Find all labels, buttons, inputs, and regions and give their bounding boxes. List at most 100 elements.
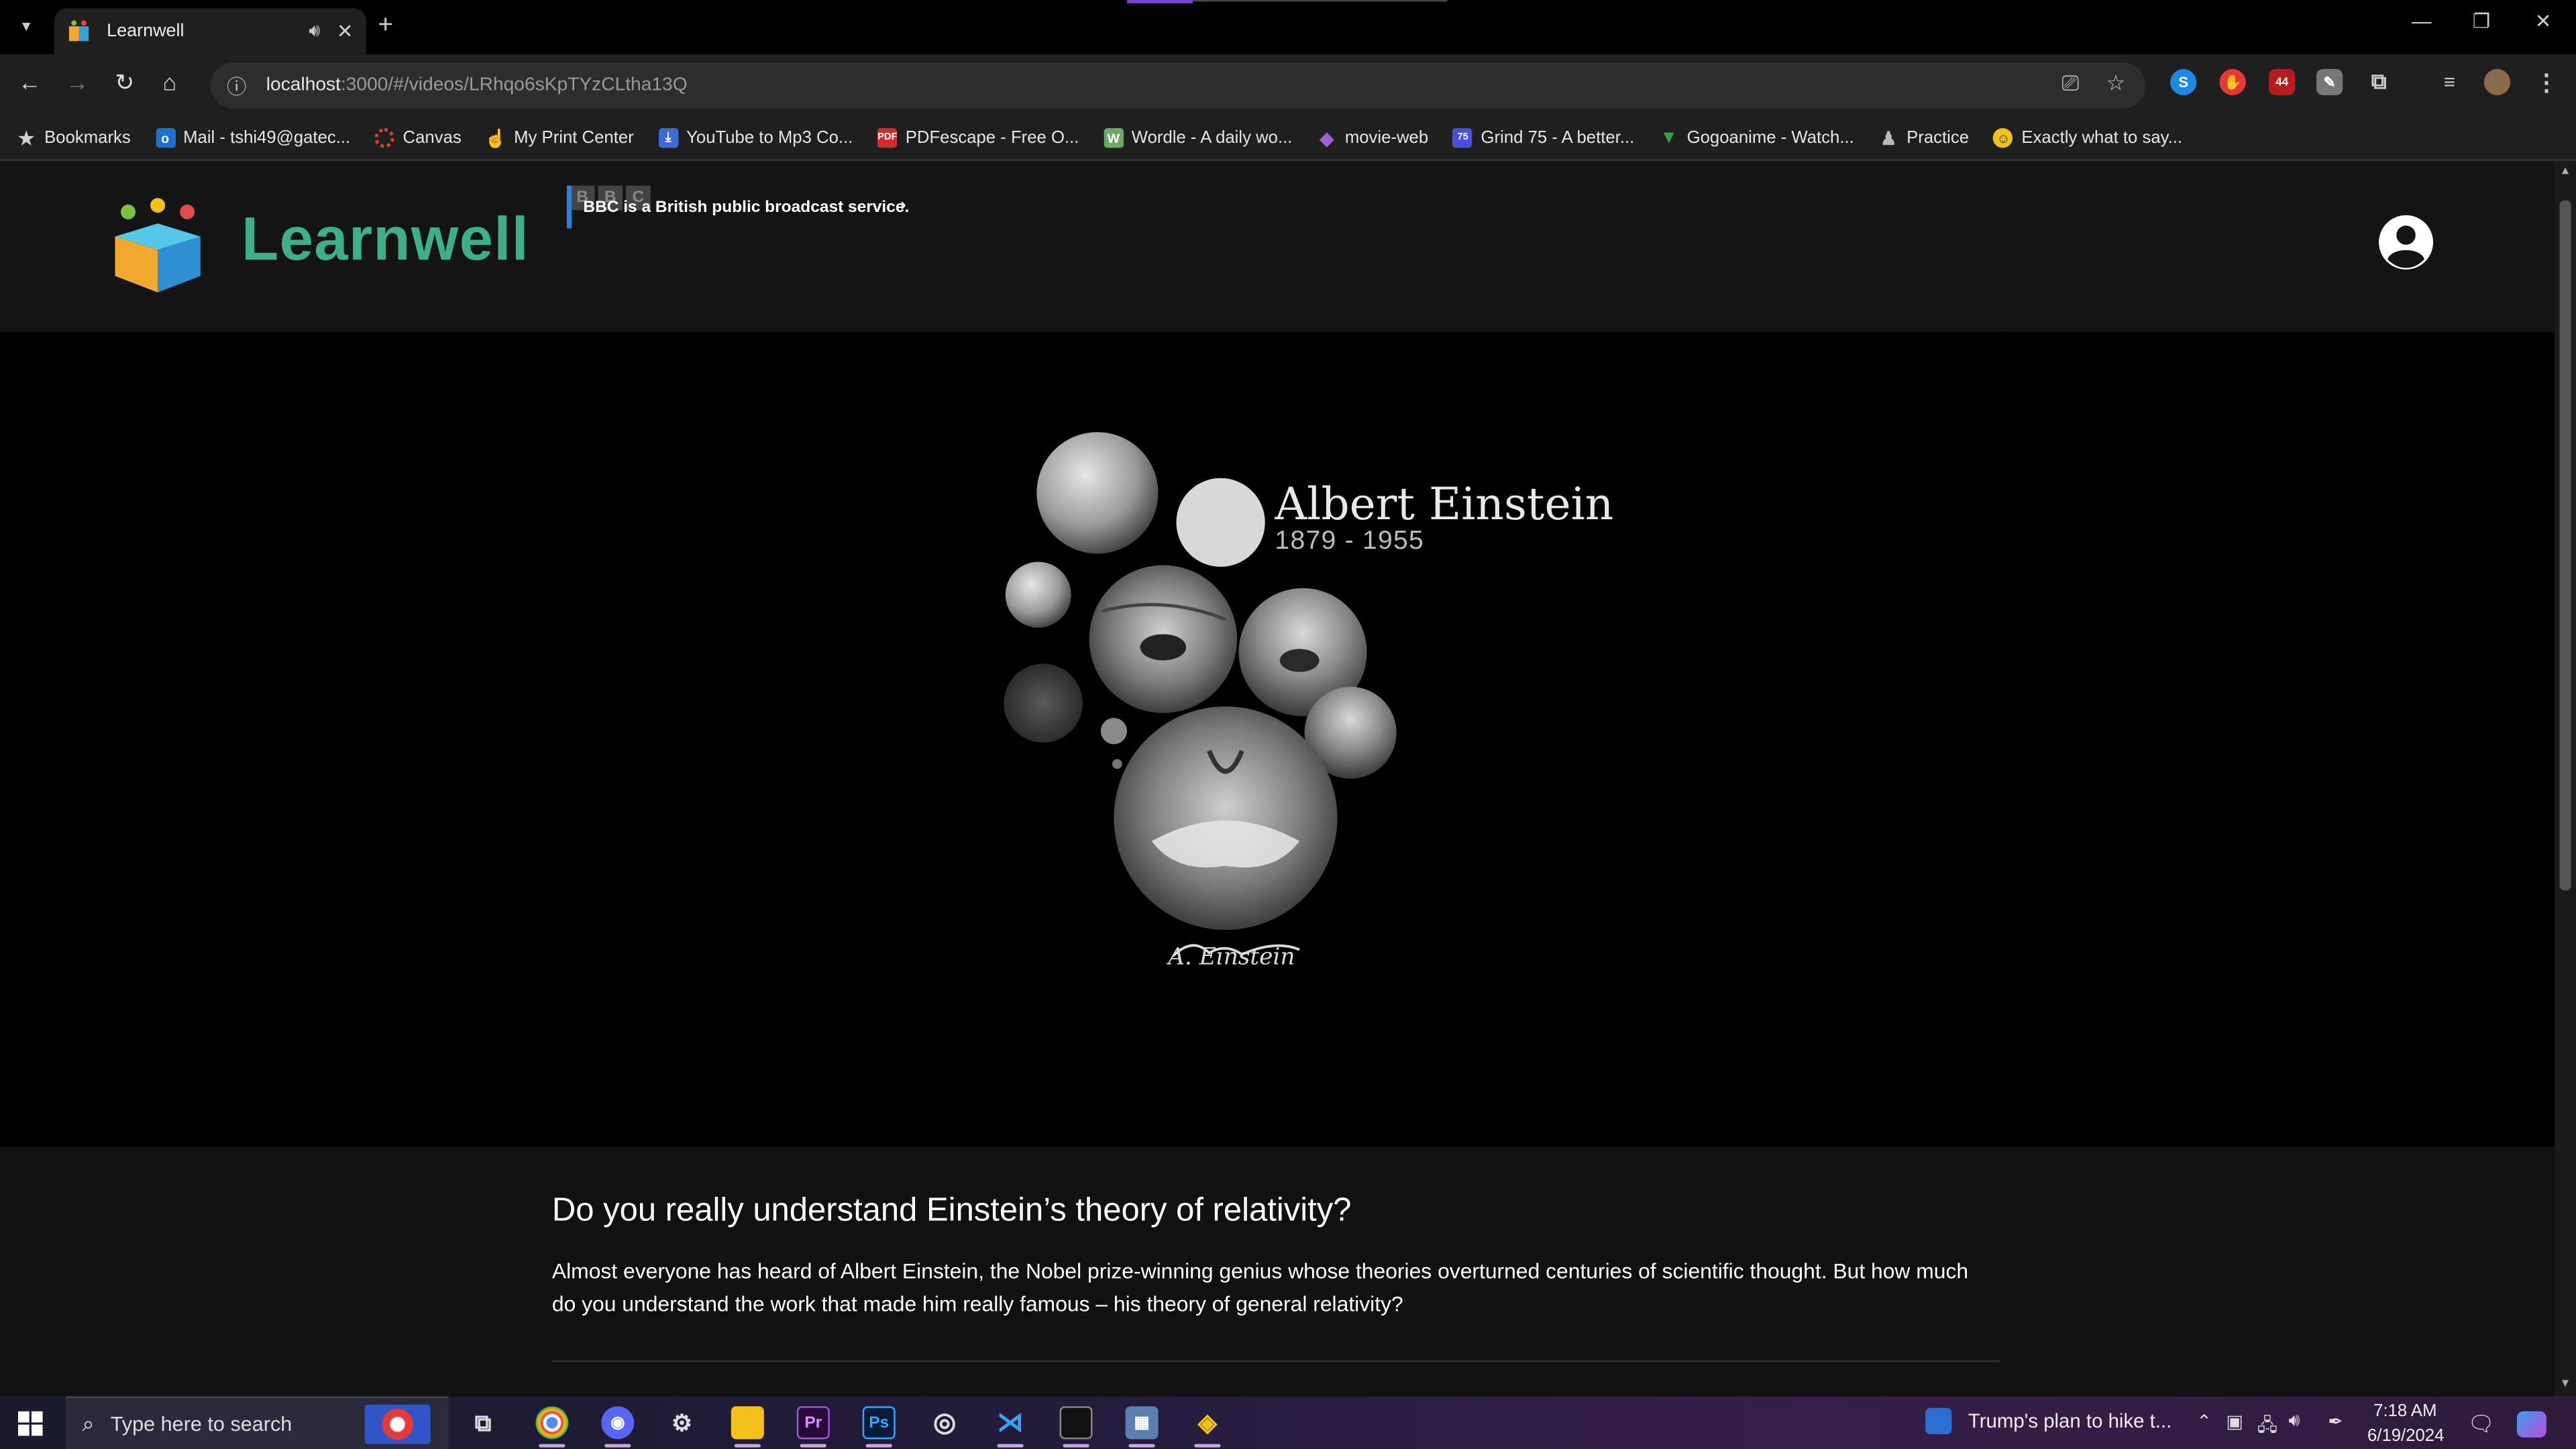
running-app-indicator (997, 1444, 1024, 1448)
browser-menu-icon[interactable]: ⋮ (2533, 68, 2559, 95)
bookmark-item[interactable]: W Wordle - A daily wo... (1104, 128, 1292, 148)
tab-title: Learnwell (107, 21, 184, 42)
discord-taskbar-icon[interactable]: ◉ (601, 1406, 635, 1440)
star-icon: ★ (18, 129, 35, 149)
bookmark-label: Canvas (402, 128, 462, 148)
tray-expand-icon[interactable]: ⌃ (2196, 1411, 2212, 1432)
bookmark-label: Mail - tshi49@gatec... (183, 128, 351, 148)
media-control-icon[interactable]: ≡ (2436, 69, 2463, 95)
bookmark-item[interactable]: Canvas (374, 128, 462, 148)
pdf-icon: PDF (877, 128, 898, 148)
bookmark-item[interactable]: ◆ movie-web (1317, 128, 1429, 149)
svg-text:A. Einstein: A. Einstein (1166, 944, 1295, 971)
bookmark-label: Wordle - A daily wo... (1131, 128, 1293, 148)
site-header: Learnwell (0, 161, 2555, 332)
steam-taskbar-icon[interactable]: ⚙ (665, 1406, 698, 1439)
running-app-indicator (1194, 1444, 1221, 1448)
movie-web-icon: ◆ (1320, 129, 1334, 149)
tab-close-icon[interactable]: ✕ (337, 19, 354, 42)
tab-learnwell[interactable]: Learnwell 🔊︎ ✕ (54, 8, 367, 54)
extension-pen-icon[interactable]: ✎ (2316, 68, 2343, 96)
scroll-down-icon[interactable]: ▼ (2560, 1379, 2571, 1390)
system-clock[interactable]: 7:18 AM 6/19/2024 (2367, 1400, 2444, 1449)
back-arrow-icon[interactable]: ← (18, 69, 41, 95)
home-icon[interactable]: ⌂ (162, 69, 176, 95)
install-app-icon[interactable]: ⎚ (2061, 70, 2078, 97)
address-bar[interactable]: ⓘ localhost:3000/#/videos/LRhqo6sKpTYzCL… (210, 62, 2146, 109)
brand-name[interactable]: Learnwell (241, 205, 529, 274)
obs-taskbar-icon[interactable]: ◎ (928, 1406, 961, 1439)
chrome-taskbar-icon[interactable] (535, 1406, 569, 1440)
bookmark-item[interactable]: ▼ Gogoanime - Watch... (1659, 128, 1854, 148)
practice-icon: ♟ (1880, 129, 1897, 149)
video-overlay-years: 1879 - 1955 (1275, 527, 1425, 555)
bookmark-star-icon[interactable]: ☆ (2106, 70, 2126, 97)
bookmark-label: PDFescape - Free O... (905, 128, 1079, 148)
copilot-icon[interactable] (2516, 1411, 2546, 1438)
news-widget[interactable]: Trump's plan to hike t... (1925, 1407, 2172, 1434)
url-path: :3000/#/videos/LRhqo6sKpTYzCLtha13Q (340, 75, 688, 96)
taskbar-search-box[interactable]: ⌕ Type here to search (65, 1396, 449, 1449)
chevron-right-icon[interactable]: › (900, 195, 906, 215)
window-close-icon[interactable]: ✕ (2535, 10, 2552, 33)
extensions-puzzle-icon[interactable]: ⧉ (2366, 69, 2392, 95)
bookmarks-bar: ★ Bookmarks o Mail - tshi49@gatec... Canva… (0, 116, 2576, 162)
new-tab-plus-icon[interactable]: + (378, 11, 393, 41)
video-player[interactable]: A. Einstein (551, 331, 2000, 1147)
vscode-taskbar-icon[interactable]: ⋊ (994, 1406, 1027, 1439)
pen-icon[interactable]: ✒ (2328, 1411, 2343, 1432)
site-info-icon[interactable]: ⓘ (227, 72, 246, 100)
bookmark-item[interactable]: PDF PDFescape - Free O... (877, 128, 1079, 148)
bookmark-label: Exactly what to say... (2021, 128, 2183, 148)
task-view-icon[interactable]: ⧉ (467, 1406, 500, 1439)
reload-icon[interactable]: ↻ (115, 69, 134, 97)
url-host: localhost (266, 75, 341, 96)
premiere-taskbar-icon[interactable]: Pr (796, 1406, 830, 1440)
bookmark-item[interactable]: ⤓ YouTube to Mp3 Co... (658, 128, 853, 148)
bbc-channel-badge[interactable]: B B C BBC is a British public broadcast … (566, 185, 920, 229)
bookmark-item[interactable]: ★ Bookmarks (16, 128, 131, 149)
restore-icon[interactable]: ❐ (2473, 10, 2490, 33)
running-app-indicator (1063, 1444, 1089, 1448)
bookmark-label: Practice (1907, 128, 1970, 148)
bookmark-item[interactable]: ☝ My Print Center (484, 128, 634, 149)
minimize-icon[interactable]: — (2412, 10, 2431, 33)
section-divider (551, 1360, 2000, 1362)
extension-shazam-icon[interactable]: S (2170, 68, 2197, 96)
extension-badge-icon[interactable]: 44 (2269, 68, 2296, 96)
bookmark-item[interactable]: o Mail - tshi49@gatec... (155, 128, 350, 148)
bookmark-item[interactable]: ☺ Exactly what to say... (1993, 128, 2183, 148)
bookmark-label: Grind 75 - A better... (1481, 128, 1635, 148)
tab-search-dropdown-icon[interactable]: ▾ (10, 10, 43, 43)
forward-arrow-icon[interactable]: → (66, 69, 89, 95)
bookmark-item[interactable]: ♟ Practice (1879, 128, 1970, 149)
bookmark-label: movie-web (1344, 128, 1429, 148)
file-explorer-taskbar-icon[interactable] (731, 1406, 764, 1440)
news-headline: Trump's plan to hike t... (1968, 1409, 2172, 1433)
learnwell-favicon-icon (68, 20, 89, 42)
scrollbar-thumb[interactable] (2559, 200, 2571, 891)
notifications-icon[interactable]: 🗨︎ (2467, 1411, 2494, 1438)
browser-tab-strip: ▾ Learnwell 🔊︎ ✕ + — ❐ ✕ (0, 0, 2576, 54)
bookmark-label: YouTube to Mp3 Co... (686, 128, 853, 148)
extension-hand-icon[interactable]: ✋ (2219, 68, 2246, 96)
bookmark-label: My Print Center (514, 128, 634, 148)
tab-audio-icon[interactable]: 🔊︎ (309, 21, 320, 42)
photoshop-taskbar-icon[interactable]: Ps (862, 1406, 896, 1440)
bookmark-item[interactable]: 75 Grind 75 - A better... (1452, 128, 1635, 148)
windows-taskbar: ⌕ Type here to search ⧉ ◉ ⚙ Pr Ps ◎ ⋊ ▦ … (0, 1396, 2576, 1449)
outlook-icon: o (155, 128, 175, 148)
calculator-taskbar-icon[interactable]: ▦ (1125, 1406, 1159, 1440)
scroll-up-icon[interactable]: ▲ (2560, 166, 2571, 177)
canvas-icon (374, 128, 395, 148)
volume-icon[interactable]: 🔊︎ (2288, 1411, 2300, 1433)
app-diamond-taskbar-icon[interactable]: ◈ (1191, 1406, 1224, 1439)
account-icon[interactable] (2377, 213, 2435, 271)
einstein-portrait-collage: A. Einstein (1004, 432, 1397, 971)
terminal-taskbar-icon[interactable] (1059, 1406, 1093, 1440)
profile-avatar-icon[interactable] (2483, 68, 2511, 96)
page-scrollbar[interactable]: ▲ ▼ (2555, 161, 2576, 1397)
tray-app-icon[interactable]: ▣ (2226, 1411, 2243, 1432)
network-icon[interactable]: 🖧︎ (2257, 1411, 2277, 1443)
windows-start-icon[interactable] (17, 1411, 43, 1436)
